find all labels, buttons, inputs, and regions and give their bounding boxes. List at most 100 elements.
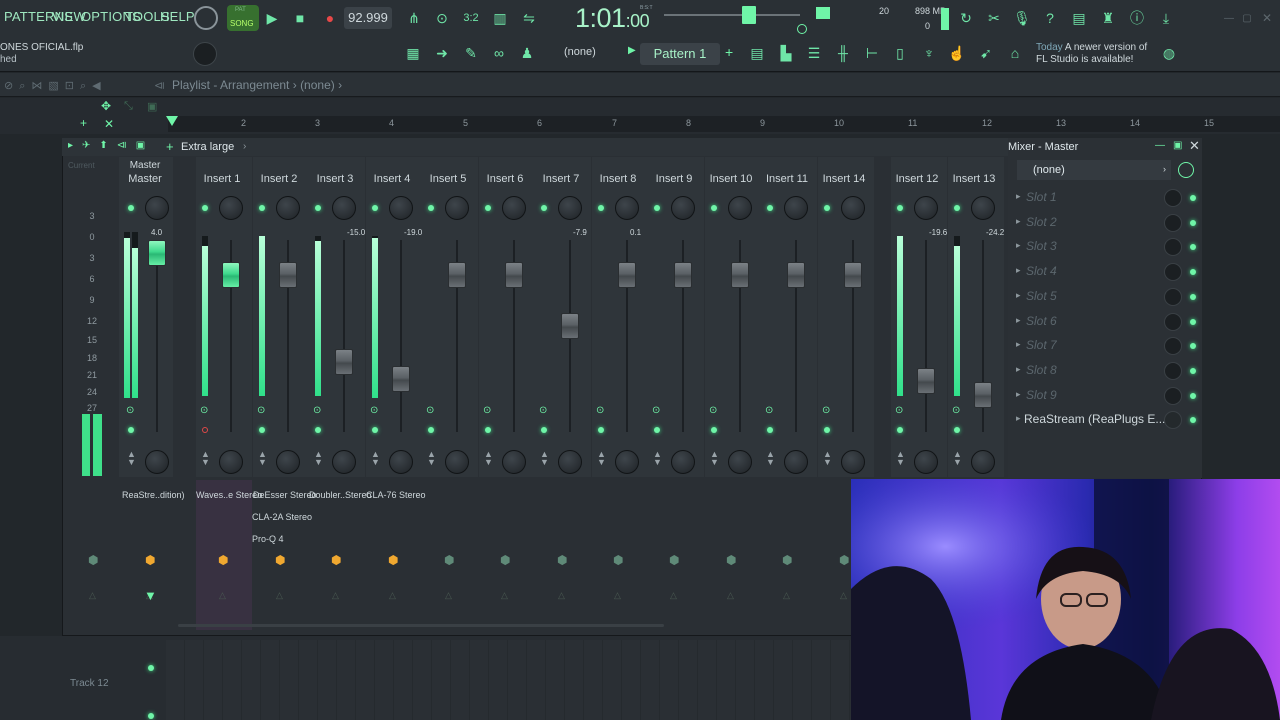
add-icon[interactable]: + bbox=[166, 139, 174, 154]
insert-fader[interactable] bbox=[787, 262, 805, 288]
insert-fader[interactable] bbox=[731, 262, 749, 288]
insert-enable-led[interactable] bbox=[598, 205, 604, 211]
record-track-icon[interactable]: ▣ bbox=[147, 100, 157, 113]
insert-stereo-arrows[interactable]: ▲ ▼ bbox=[896, 450, 905, 467]
insert-enable-led[interactable] bbox=[428, 205, 434, 211]
slot-enable-led[interactable] bbox=[1190, 219, 1196, 226]
record-icon[interactable]: ● bbox=[319, 7, 341, 29]
insert-fx-led[interactable] bbox=[541, 427, 547, 433]
fx-slot[interactable]: ▸ Slot 2 bbox=[1012, 211, 1202, 235]
insert-pan-knob[interactable] bbox=[276, 196, 300, 220]
stamp-icon[interactable]: ♟ bbox=[516, 42, 538, 64]
insert-stereo-knob[interactable] bbox=[841, 450, 865, 474]
delete-track-icon[interactable]: ✕ bbox=[104, 117, 114, 131]
fx-slot-plugin[interactable]: ▸ ReaStream (ReaPlugs E... bbox=[1012, 408, 1202, 432]
master-led[interactable] bbox=[128, 205, 134, 211]
send-arrow-icon[interactable]: ⬢ bbox=[726, 553, 736, 567]
insert-pan-knob[interactable] bbox=[728, 196, 752, 220]
send-arrow-icon[interactable]: ⬢ bbox=[839, 553, 849, 567]
slot-enable-led[interactable] bbox=[1190, 269, 1196, 276]
slot-mix-knob[interactable] bbox=[1164, 238, 1182, 257]
insert-fader[interactable] bbox=[974, 382, 992, 408]
maximize-icon[interactable]: ▢ bbox=[1236, 7, 1258, 29]
insert-stereo-knob[interactable] bbox=[219, 450, 243, 474]
news-panel[interactable]: Today A newer version of FL Studio is av… bbox=[1036, 42, 1160, 66]
fx-slot[interactable]: ▸ Slot 3 bbox=[1012, 235, 1202, 259]
insert-stereo-knob[interactable] bbox=[971, 450, 995, 474]
insert-enable-led[interactable] bbox=[259, 205, 265, 211]
insert-pan-knob[interactable] bbox=[671, 196, 695, 220]
insert-stereo-knob[interactable] bbox=[276, 450, 300, 474]
insert-stereo-knob[interactable] bbox=[615, 450, 639, 474]
insert-enable-led[interactable] bbox=[202, 205, 208, 211]
add-pattern-icon[interactable]: + bbox=[725, 44, 733, 60]
insert-pan-knob[interactable] bbox=[784, 196, 808, 220]
fx-slot[interactable]: ▸ Slot 7 bbox=[1012, 334, 1202, 358]
microphone-icon[interactable]: 🎙 bbox=[1011, 7, 1033, 29]
mixer-header-icons[interactable]: ▸✈⬆⧏▣ bbox=[68, 140, 154, 151]
blend-notes-icon[interactable]: ⇋ bbox=[518, 7, 540, 29]
insert-fader[interactable] bbox=[335, 349, 353, 375]
plugin-mix-knob[interactable] bbox=[1164, 411, 1182, 429]
send-level-icon[interactable]: △ bbox=[389, 590, 396, 601]
send-arrow-icon[interactable]: ⬢ bbox=[444, 553, 454, 567]
stop-icon[interactable]: ■ bbox=[289, 7, 311, 29]
insert-pan-knob[interactable] bbox=[615, 196, 639, 220]
browser-icon[interactable]: ⊢ bbox=[861, 42, 883, 64]
insert-fx-led[interactable] bbox=[485, 427, 491, 433]
insert-fader[interactable] bbox=[561, 313, 579, 339]
insert-enable-led[interactable] bbox=[767, 205, 773, 211]
master-stereo-arrows[interactable]: ▲ ▼ bbox=[127, 450, 136, 467]
insert-enable-led[interactable] bbox=[711, 205, 717, 211]
send-level-icon[interactable]: △ bbox=[445, 590, 452, 601]
pitch-slider-handle[interactable] bbox=[742, 6, 756, 24]
fx-slot[interactable]: ▸ Slot 1 bbox=[1012, 186, 1202, 210]
slot-mix-knob[interactable] bbox=[1164, 189, 1182, 207]
panel-maximize-icon[interactable]: ▣ bbox=[1173, 140, 1182, 151]
playlist-tool-icons[interactable]: ⊘⌕⋈▧⊡⌕◀ bbox=[4, 79, 107, 93]
touch-icon[interactable]: ☝ bbox=[946, 42, 968, 64]
download-icon[interactable]: ⤓ bbox=[1155, 7, 1177, 29]
send-level-icon[interactable]: △ bbox=[727, 590, 734, 601]
insert-stereo-arrows[interactable]: ▲ ▼ bbox=[258, 450, 267, 467]
insert-route-icon[interactable]: ⊙ bbox=[709, 405, 717, 416]
insert-stereo-arrows[interactable]: ▲ ▼ bbox=[766, 450, 775, 467]
fx-slot[interactable]: ▸ Slot 5 bbox=[1012, 285, 1202, 309]
step-edit-icon[interactable]: ▥ bbox=[489, 7, 511, 29]
panel-close-icon[interactable]: ✕ bbox=[1189, 138, 1200, 154]
insert-enable-led[interactable] bbox=[541, 205, 547, 211]
pencil-icon[interactable]: ✎ bbox=[460, 42, 482, 64]
send-arrow-icon[interactable]: ⬢ bbox=[500, 553, 510, 567]
insert-fx-led[interactable] bbox=[824, 427, 830, 433]
panel-minimize-icon[interactable]: — bbox=[1155, 140, 1165, 151]
slot-enable-led[interactable] bbox=[1190, 367, 1196, 374]
send-arrow-icon[interactable]: ⬢ bbox=[613, 553, 623, 567]
snap-icon[interactable]: ✥ bbox=[101, 99, 111, 113]
slot-mix-knob[interactable] bbox=[1164, 263, 1182, 282]
shop-icon[interactable]: ⌂ bbox=[1004, 42, 1026, 64]
insert-stereo-arrows[interactable]: ▲ ▼ bbox=[540, 450, 549, 467]
slot-enable-led[interactable] bbox=[1190, 293, 1196, 300]
playlist-icon[interactable]: ▤ bbox=[746, 42, 768, 64]
insert-stereo-knob[interactable] bbox=[389, 450, 413, 474]
send-level-icon[interactable]: △ bbox=[332, 590, 339, 601]
insert-fx-led[interactable] bbox=[202, 427, 208, 433]
insert-stereo-knob[interactable] bbox=[728, 450, 752, 474]
slot-mix-knob[interactable] bbox=[1164, 337, 1182, 356]
insert-fader[interactable] bbox=[505, 262, 523, 288]
master-fader[interactable] bbox=[148, 240, 166, 266]
piano-roll-icon[interactable]: ▙ bbox=[775, 42, 797, 64]
insert-enable-led[interactable] bbox=[824, 205, 830, 211]
insert-enable-led[interactable] bbox=[897, 205, 903, 211]
insert-fader[interactable] bbox=[448, 262, 466, 288]
insert-route-icon[interactable]: ⊙ bbox=[895, 405, 903, 416]
track-12-label[interactable]: Track 12 bbox=[70, 678, 109, 689]
insert-pan-knob[interactable] bbox=[971, 196, 995, 220]
slot-mix-knob[interactable] bbox=[1164, 361, 1182, 380]
insert-fx-led[interactable] bbox=[654, 427, 660, 433]
send-level-icon[interactable]: △ bbox=[783, 590, 790, 601]
send-arrow-icon[interactable]: ⬢ bbox=[331, 553, 341, 567]
slice-icon[interactable]: ⤡ bbox=[124, 100, 133, 113]
insert-route-icon[interactable]: ⊙ bbox=[370, 405, 378, 416]
insert-route-icon[interactable]: ⊙ bbox=[200, 405, 208, 416]
